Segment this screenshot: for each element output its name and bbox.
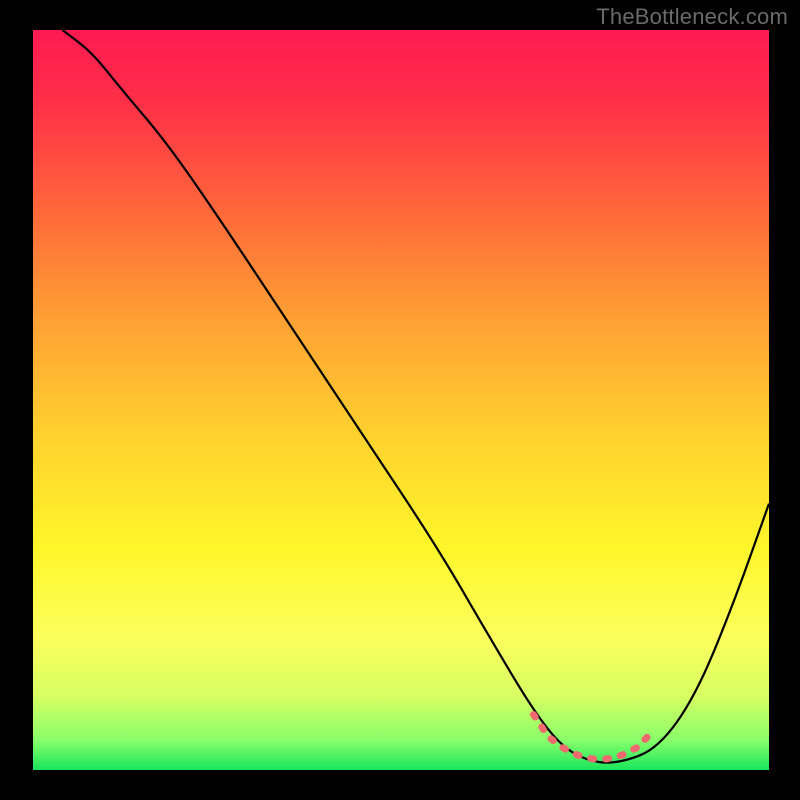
chart-svg xyxy=(0,0,800,800)
plot-background xyxy=(33,30,769,770)
chart-container: TheBottleneck.com xyxy=(0,0,800,800)
watermark-text: TheBottleneck.com xyxy=(596,4,788,30)
